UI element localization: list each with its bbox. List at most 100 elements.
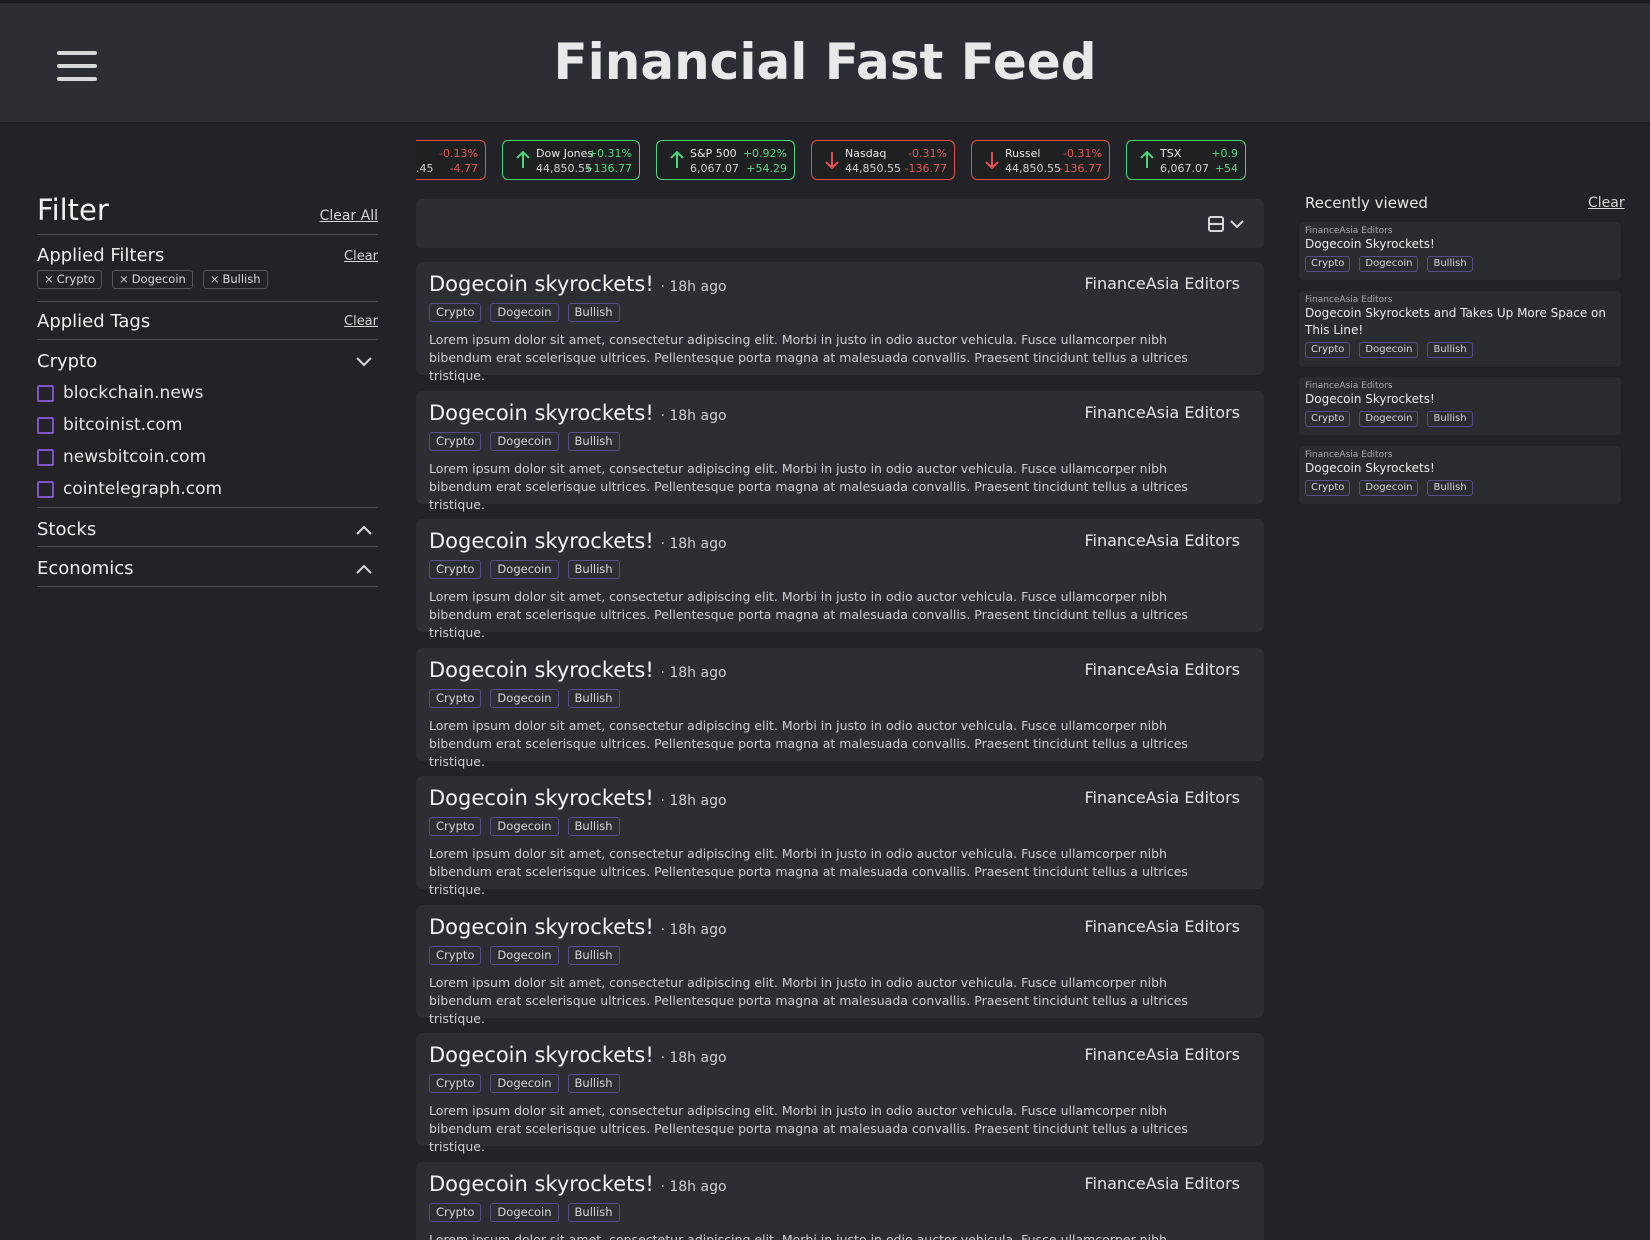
tag[interactable]: Crypto	[429, 560, 482, 579]
clear-all-link[interactable]: Clear All	[320, 208, 378, 224]
recent-item[interactable]: FinanceAsia Editors Dogecoin Skyrockets!…	[1299, 377, 1621, 435]
tag[interactable]: Crypto	[429, 303, 482, 322]
news-card[interactable]: Dogecoin skyrockets! · 18h ago FinanceAs…	[416, 262, 1264, 383]
tag[interactable]: Bullish	[567, 1203, 620, 1222]
tag[interactable]: Bullish	[567, 432, 620, 451]
tag[interactable]: Bullish	[1427, 256, 1473, 272]
remove-icon[interactable]: ×	[44, 272, 54, 286]
tag[interactable]: Bullish	[567, 303, 620, 322]
tag[interactable]: Bullish	[1427, 342, 1473, 358]
news-time: · 18h ago	[660, 793, 727, 809]
category-crypto-title[interactable]: Crypto	[37, 351, 97, 372]
news-title[interactable]: Dogecoin skyrockets!	[429, 1043, 654, 1067]
news-title[interactable]: Dogecoin skyrockets!	[429, 401, 654, 425]
tag[interactable]: Bullish	[567, 689, 620, 708]
recent-item[interactable]: FinanceAsia Editors Dogecoin Skyrockets …	[1299, 291, 1621, 367]
news-card[interactable]: Dogecoin skyrockets! · 18h ago FinanceAs…	[416, 1162, 1264, 1240]
ticker-item[interactable]: Dow Jones 44,850.55 +0.31% +136.77	[502, 140, 640, 180]
recent-tags: Crypto Dogecoin Bullish	[1305, 342, 1482, 358]
checkbox[interactable]	[37, 448, 54, 466]
tag[interactable]: Crypto	[1305, 342, 1351, 358]
tag[interactable]: Dogecoin	[490, 1074, 559, 1093]
tag[interactable]: Crypto	[429, 1074, 482, 1093]
news-title[interactable]: Dogecoin skyrockets!	[429, 529, 654, 553]
checkbox[interactable]	[37, 384, 54, 402]
recently-viewed-clear-link[interactable]: Clear	[1588, 195, 1625, 211]
category-stocks-title[interactable]: Stocks	[37, 519, 96, 540]
news-title[interactable]: Dogecoin skyrockets!	[429, 786, 654, 810]
news-title[interactable]: Dogecoin skyrockets!	[429, 1172, 654, 1196]
tag[interactable]: Dogecoin	[490, 432, 559, 451]
tag[interactable]: Crypto	[429, 689, 482, 708]
tag[interactable]: Bullish	[567, 1074, 620, 1093]
tag[interactable]: Dogecoin	[490, 817, 559, 836]
tag[interactable]: Crypto	[1305, 480, 1351, 496]
recent-source: FinanceAsia Editors	[1305, 295, 1393, 305]
tag[interactable]: Bullish	[1427, 480, 1473, 496]
chevron-down-icon[interactable]	[356, 357, 372, 367]
news-title[interactable]: Dogecoin skyrockets!	[429, 272, 654, 296]
layout-view-icon[interactable]	[1208, 215, 1250, 233]
news-title[interactable]: Dogecoin skyrockets!	[429, 915, 654, 939]
remove-icon[interactable]: ×	[119, 272, 129, 286]
filter-chip[interactable]: × Bullish	[202, 270, 268, 289]
source-option[interactable]: blockchain.news	[37, 382, 204, 404]
tag[interactable]: Crypto	[429, 1203, 482, 1222]
recent-title[interactable]: Dogecoin Skyrockets!	[1305, 460, 1615, 477]
news-tags: Crypto Dogecoin Bullish	[429, 1074, 629, 1093]
tag[interactable]: Dogecoin	[1359, 342, 1419, 358]
recent-title[interactable]: Dogecoin Skyrockets!	[1305, 236, 1615, 253]
news-title[interactable]: Dogecoin skyrockets!	[429, 658, 654, 682]
tag[interactable]: Bullish	[1427, 411, 1473, 427]
recent-title[interactable]: Dogecoin Skyrockets and Takes Up More Sp…	[1305, 305, 1615, 339]
ticker-item[interactable]: TSX 6,067.07 +0.9 +54	[1126, 140, 1246, 180]
ticker-item[interactable]: S&P 500 6,067.07 +0.92% +54.29	[656, 140, 795, 180]
chevron-up-icon[interactable]	[356, 564, 372, 574]
tag[interactable]: Crypto	[1305, 411, 1351, 427]
recent-title[interactable]: Dogecoin Skyrockets!	[1305, 391, 1615, 408]
news-card[interactable]: Dogecoin skyrockets! · 18h ago FinanceAs…	[416, 1033, 1264, 1154]
news-card[interactable]: Dogecoin skyrockets! · 18h ago FinanceAs…	[416, 648, 1264, 769]
tag[interactable]: Bullish	[567, 560, 620, 579]
tag[interactable]: Dogecoin	[1359, 480, 1419, 496]
ticker-item[interactable]: Russel 44,850.55 -0.31% -136.77	[971, 140, 1110, 180]
remove-icon[interactable]: ×	[210, 272, 220, 286]
news-card[interactable]: Dogecoin skyrockets! · 18h ago FinanceAs…	[416, 905, 1264, 1026]
tag[interactable]: Bullish	[567, 946, 620, 965]
tag[interactable]: Crypto	[429, 946, 482, 965]
divider	[37, 546, 378, 547]
tag[interactable]: Dogecoin	[1359, 256, 1419, 272]
news-body: Lorem ipsum dolor sit amet, consectetur …	[429, 461, 1188, 512]
ticker-change: -136.77	[904, 162, 947, 175]
source-option[interactable]: bitcoinist.com	[37, 414, 182, 436]
applied-filters-clear-link[interactable]: Clear	[344, 249, 378, 264]
checkbox[interactable]	[37, 480, 54, 498]
tag[interactable]: Dogecoin	[490, 303, 559, 322]
news-body: Lorem ipsum dolor sit amet, consectetur …	[429, 975, 1188, 1026]
tag[interactable]: Dogecoin	[490, 689, 559, 708]
applied-tags-clear-link[interactable]: Clear	[344, 314, 378, 329]
source-option[interactable]: newsbitcoin.com	[37, 446, 206, 468]
checkbox[interactable]	[37, 416, 54, 434]
tag[interactable]: Crypto	[429, 432, 482, 451]
news-card[interactable]: Dogecoin skyrockets! · 18h ago FinanceAs…	[416, 519, 1264, 640]
tag[interactable]: Bullish	[567, 817, 620, 836]
ticker-value: 44,850.55	[845, 162, 901, 175]
recent-item[interactable]: FinanceAsia Editors Dogecoin Skyrockets!…	[1299, 222, 1621, 280]
tag[interactable]: Dogecoin	[490, 946, 559, 965]
news-card[interactable]: Dogecoin skyrockets! · 18h ago FinanceAs…	[416, 391, 1264, 512]
filter-chip[interactable]: × Dogecoin	[112, 270, 193, 289]
tag[interactable]: Dogecoin	[490, 1203, 559, 1222]
tag[interactable]: Crypto	[429, 817, 482, 836]
tag[interactable]: Dogecoin	[490, 560, 559, 579]
filter-chip[interactable]: × Crypto	[37, 270, 103, 289]
chevron-up-icon[interactable]	[356, 525, 372, 535]
source-option[interactable]: cointelegraph.com	[37, 478, 222, 500]
tag[interactable]: Crypto	[1305, 256, 1351, 272]
ticker-item[interactable]: ld 00.45 -0.13% -4.77	[416, 140, 486, 180]
recent-item[interactable]: FinanceAsia Editors Dogecoin Skyrockets!…	[1299, 446, 1621, 504]
tag[interactable]: Dogecoin	[1359, 411, 1419, 427]
news-card[interactable]: Dogecoin skyrockets! · 18h ago FinanceAs…	[416, 776, 1264, 897]
ticker-item[interactable]: Nasdaq 44,850.55 -0.31% -136.77	[811, 140, 955, 180]
category-economics-title[interactable]: Economics	[37, 558, 134, 579]
